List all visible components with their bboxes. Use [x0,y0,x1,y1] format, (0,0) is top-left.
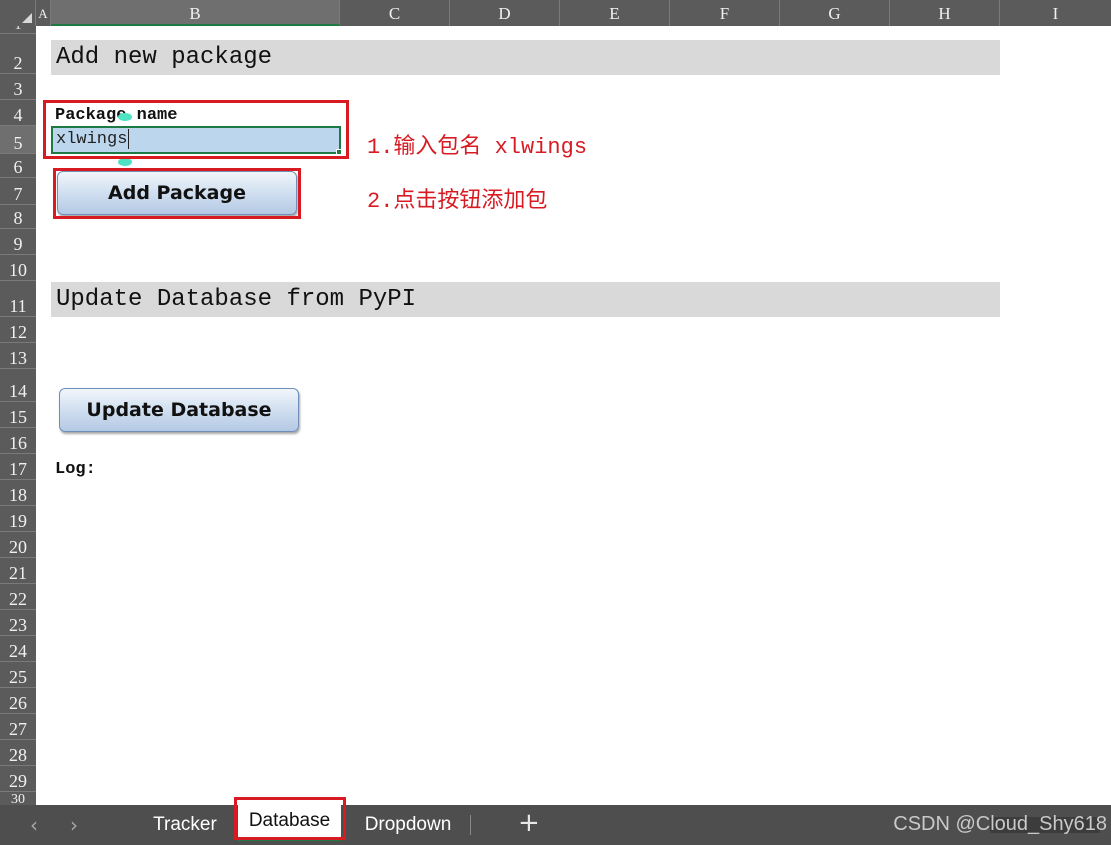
row-header-5[interactable]: 5 [0,126,36,154]
row-header-19[interactable]: 19 [0,506,36,532]
column-header-c[interactable]: C [340,0,450,26]
column-header-d[interactable]: D [450,0,560,26]
row-header-13[interactable]: 13 [0,343,36,369]
section-title-add-package: Add new package [51,40,1000,75]
column-header-a[interactable]: A [36,0,51,26]
row-header-21[interactable]: 21 [0,558,36,584]
tab-tracker[interactable]: Tracker [140,805,230,845]
column-header-bar: A B C D E F G H I [0,0,1111,26]
row-header-1[interactable]: 1 [0,26,36,34]
tab-scroll-right-icon[interactable]: › [70,813,78,837]
section-title-update-database: Update Database from PyPI [51,282,1000,317]
column-header-g[interactable]: G [780,0,890,26]
tab-scroll-left-icon[interactable]: ‹ [30,813,38,837]
row-header-7[interactable]: 7 [0,178,36,205]
row-header-2[interactable]: 2 [0,34,36,74]
select-all-corner[interactable] [0,0,36,26]
row-header-30[interactable]: 30 [0,792,36,805]
row-header-20[interactable]: 20 [0,532,36,558]
column-header-h[interactable]: H [890,0,1000,26]
row-header-15[interactable]: 15 [0,402,36,428]
highlight-box-input [43,100,349,159]
row-header-23[interactable]: 23 [0,610,36,636]
row-header-24[interactable]: 24 [0,636,36,662]
log-label: Log: [55,460,96,479]
row-header-22[interactable]: 22 [0,584,36,610]
row-header-9[interactable]: 9 [0,229,36,255]
select-all-triangle-icon [22,13,32,23]
row-header-28[interactable]: 28 [0,740,36,766]
row-header-6[interactable]: 6 [0,154,36,178]
sheet-tab-bar: ‹ › Tracker Database Dropdown + CSDN @Cl… [0,804,1111,845]
row-header-14[interactable]: 14 [0,369,36,402]
update-database-button[interactable]: Update Database [59,388,299,432]
annotation-step-2: 2.点击按钮添加包 [367,189,548,214]
column-header-b[interactable]: B [51,0,340,26]
row-header-11[interactable]: 11 [0,281,36,317]
row-header-16[interactable]: 16 [0,428,36,454]
row-header-3[interactable]: 3 [0,74,36,100]
row-header-26[interactable]: 26 [0,688,36,714]
highlight-box-add-button [53,168,301,219]
add-sheet-icon[interactable]: + [518,808,540,838]
row-header-8[interactable]: 8 [0,205,36,229]
tab-separator [470,815,471,835]
edit-handle-bottom-icon[interactable] [118,158,132,166]
row-header-18[interactable]: 18 [0,480,36,506]
annotation-step-1: 1.输入包名 xlwings [367,135,588,160]
row-header-10[interactable]: 10 [0,255,36,281]
column-header-f[interactable]: F [670,0,780,26]
row-header-17[interactable]: 17 [0,454,36,480]
column-header-i[interactable]: I [1000,0,1111,26]
row-header-27[interactable]: 27 [0,714,36,740]
row-header-29[interactable]: 29 [0,766,36,792]
row-header-12[interactable]: 12 [0,317,36,343]
column-header-e[interactable]: E [560,0,670,26]
row-header-25[interactable]: 25 [0,662,36,688]
row-header-4[interactable]: 4 [0,100,36,126]
watermark-text: CSDN @Cloud_Shy618 [893,813,1107,835]
highlight-box-database-tab [234,797,346,840]
tab-dropdown[interactable]: Dropdown [353,805,463,845]
row-header-bar: 1 2 3 4 5 6 7 8 9 10 11 12 13 14 15 16 1… [0,26,36,805]
